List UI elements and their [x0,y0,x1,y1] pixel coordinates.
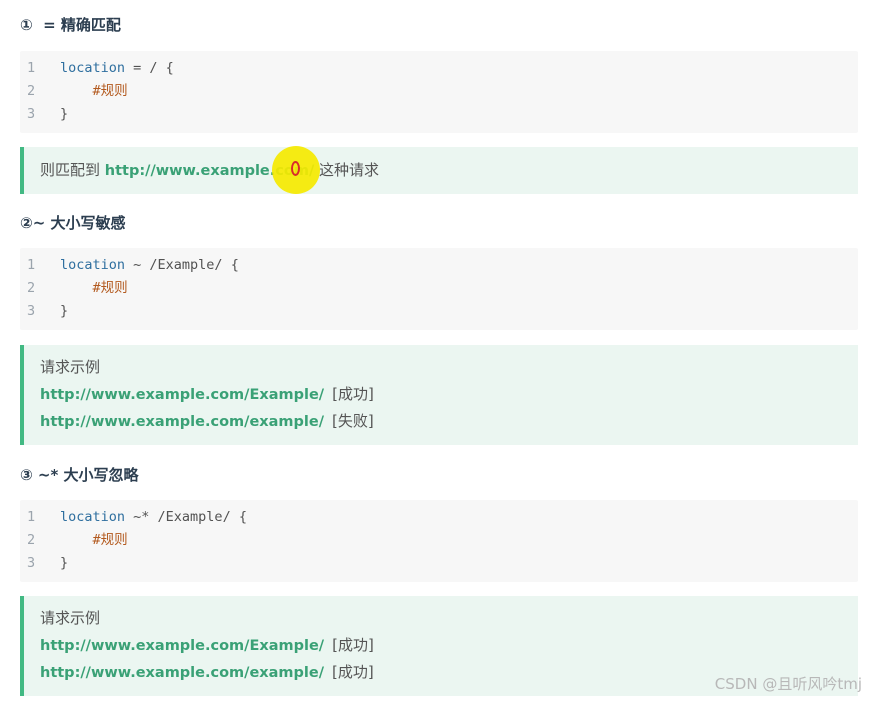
code-line: 3} [20,103,68,125]
code-line: 2 #规则 [20,529,128,551]
code-text: } [60,555,69,571]
code-line: 1 location ~* /Example/ { [20,506,247,528]
example-link[interactable]: http://www.example.com/example/ [40,665,324,681]
code-line: 2 #规则 [20,277,128,299]
watermark: CSDN @且听风吟tmj [714,675,862,693]
line-number: 3 [27,106,36,122]
code-text: } [60,303,69,319]
code-line: 3} [20,552,68,574]
example-link[interactable]: http://www.example.com/example/ [40,414,324,430]
mouse-pointer-icon [291,161,300,176]
tip-suffix: 这种请求 [314,161,380,179]
section-1-heading: ① = 精确匹配 [20,16,121,34]
result-status: [失败] [332,412,374,430]
code-line: 2 #规则 [20,80,128,102]
code-text: ~* /Example/ { [125,509,247,525]
line-number: 3 [27,303,36,319]
code-block-2: 1 location ~ /Example/ { 2 #规则 3} [20,248,858,330]
code-line: 3} [20,300,68,322]
line-number: 1 [27,509,36,525]
code-text: = / { [125,60,174,76]
example-link[interactable]: http://www.example.com/Example/ [40,638,324,654]
code-block-1: 1 location = / { 2 #规则 3} [20,51,858,133]
line-number: 2 [27,532,36,548]
code-line: 1 location = / { [20,57,174,79]
result-status: [成功] [332,636,374,654]
section-3-heading: ③ ~* 大小写忽略 [20,466,139,484]
tip-line: 则匹配到 http://www.example.com/ 这种请求 [40,157,858,184]
line-number: 1 [27,60,36,76]
cursor-highlight-icon [272,146,320,194]
result-status: [成功] [332,385,374,403]
code-keyword: location [60,509,126,525]
tip-title: 请求示例 [40,609,101,627]
code-block-3: 1 location ~* /Example/ { 2 #规则 3} [20,500,858,582]
code-text: } [60,106,69,122]
tip-block-1: 则匹配到 http://www.example.com/ 这种请求 [20,147,858,194]
code-line: 1 location ~ /Example/ { [20,254,239,276]
code-comment: #规则 [60,532,128,548]
example-link[interactable]: http://www.example.com/Example/ [40,387,324,403]
code-comment: #规则 [60,280,128,296]
tip-title: 请求示例 [40,358,101,376]
example-row: http://www.example.com/example/ [失败] [40,408,858,435]
example-row: http://www.example.com/Example/ [成功] [40,381,858,408]
code-text: ~ /Example/ { [125,257,239,273]
section-2-heading: ②~ 大小写敏感 [20,214,126,232]
line-number: 1 [27,257,36,273]
line-number: 2 [27,280,36,296]
code-comment: #规则 [60,83,128,99]
tip-prefix: 则匹配到 [40,161,105,179]
line-number: 2 [27,83,36,99]
example-row: http://www.example.com/Example/ [成功] [40,632,858,659]
code-keyword: location [60,60,126,76]
result-status: [成功] [332,663,374,681]
tip-block-2: 请求示例 http://www.example.com/Example/ [成功]… [20,345,858,445]
line-number: 3 [27,555,36,571]
code-keyword: location [60,257,126,273]
